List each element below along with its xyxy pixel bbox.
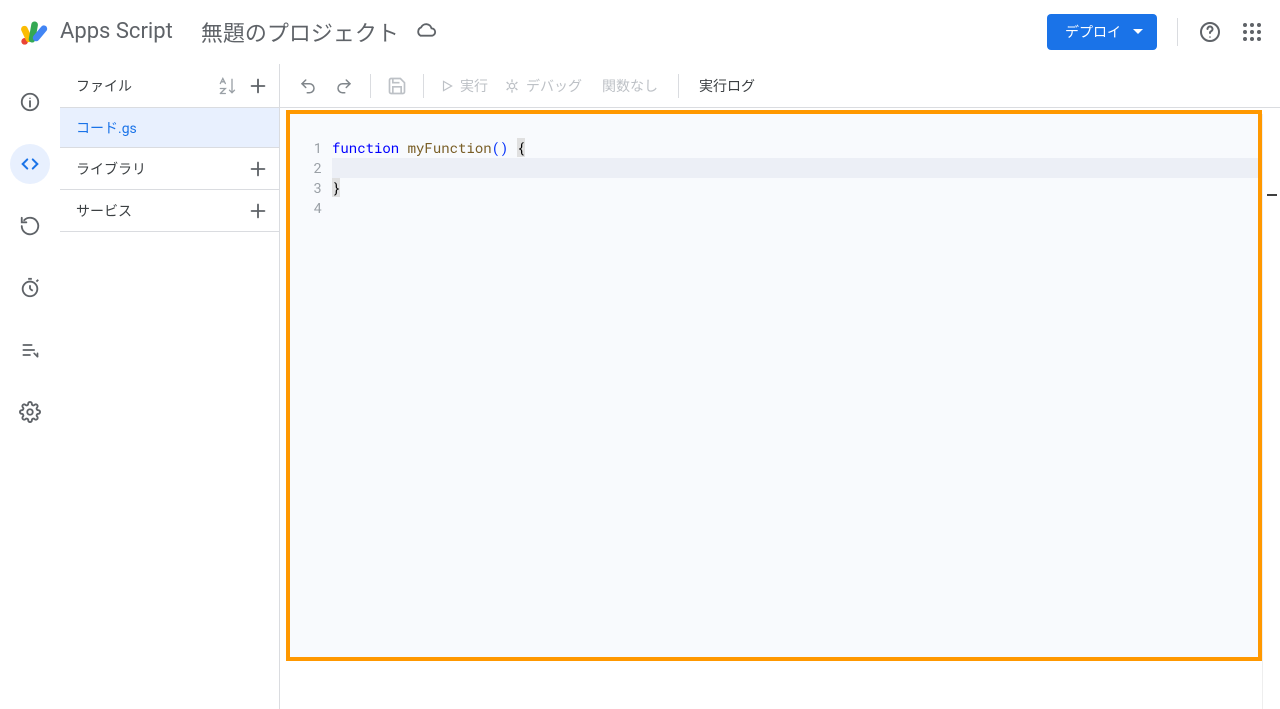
libraries-row[interactable]: ライブラリ [60,148,279,190]
exec-log-label: 実行ログ [699,79,755,95]
services-label: サービス [76,201,132,221]
file-item-code[interactable]: コード.gs [60,108,279,148]
debug-button[interactable]: デバッグ [498,70,588,102]
divider [370,74,371,98]
code-lines[interactable]: function myFunction() { } [332,114,1258,657]
line-gutter: 1 2 3 4 [290,114,332,657]
divider [678,74,679,98]
debug-label: デバッグ [526,76,582,96]
files-heading-label: ファイル [76,76,132,96]
gutter-line: 3 [290,178,322,198]
run-label: 実行 [460,76,488,96]
deploy-button[interactable]: デプロイ [1047,14,1157,50]
side-panel: ファイル コード.gs ライブラリ サービス [60,64,280,709]
redo-button[interactable] [328,70,360,102]
libraries-label: ライブラリ [76,159,146,179]
run-button[interactable]: 実行 [434,70,494,102]
editor-area: 実行 デバッグ 関数なし 実行ログ 1 2 3 4 [280,64,1280,709]
code-editor[interactable]: 1 2 3 4 function myFunction() { } [290,114,1258,657]
exec-log-button[interactable]: 実行ログ [689,76,765,96]
project-name[interactable]: 無題のプロジェクト [201,16,399,48]
gutter-line: 2 [290,158,322,178]
save-button[interactable] [381,70,413,102]
minimap[interactable] [1262,114,1280,709]
editor-toolbar: 実行 デバッグ 関数なし 実行ログ [280,64,1280,108]
cloud-status-icon[interactable] [415,21,437,43]
apps-script-logo-icon [16,14,52,50]
add-service-icon[interactable] [247,200,269,222]
code-line[interactable]: } [332,178,1258,198]
apps-grid-icon[interactable] [1240,20,1264,44]
rail-executions-icon[interactable] [10,268,50,308]
file-item-label: コード.gs [76,118,137,138]
function-select-label: 関数なし [602,79,658,95]
divider [1177,18,1178,46]
add-library-icon[interactable] [247,158,269,180]
app-header: Apps Script 無題のプロジェクト デプロイ [0,0,1280,64]
undo-button[interactable] [292,70,324,102]
code-line[interactable] [332,198,1258,218]
function-select[interactable]: 関数なし [592,76,668,96]
product-name: Apps Script [60,19,173,44]
rail-execlist-icon[interactable] [10,330,50,370]
gutter-line: 1 [290,138,322,158]
rail-triggers-icon[interactable] [10,206,50,246]
help-icon[interactable] [1198,20,1222,44]
deploy-button-label: デプロイ [1065,22,1121,42]
current-line-highlight [332,158,1258,178]
services-row[interactable]: サービス [60,190,279,232]
code-line[interactable]: function myFunction() { [332,138,1258,158]
files-header: ファイル [60,64,279,108]
left-rail [0,64,60,709]
rail-settings-icon[interactable] [10,392,50,432]
chevron-down-icon [1133,29,1143,34]
sort-az-icon[interactable] [217,76,237,96]
add-file-icon[interactable] [247,75,269,97]
rail-overview-icon[interactable] [10,82,50,122]
divider [423,74,424,98]
gutter-line: 4 [290,198,322,218]
rail-editor-icon[interactable] [10,144,50,184]
